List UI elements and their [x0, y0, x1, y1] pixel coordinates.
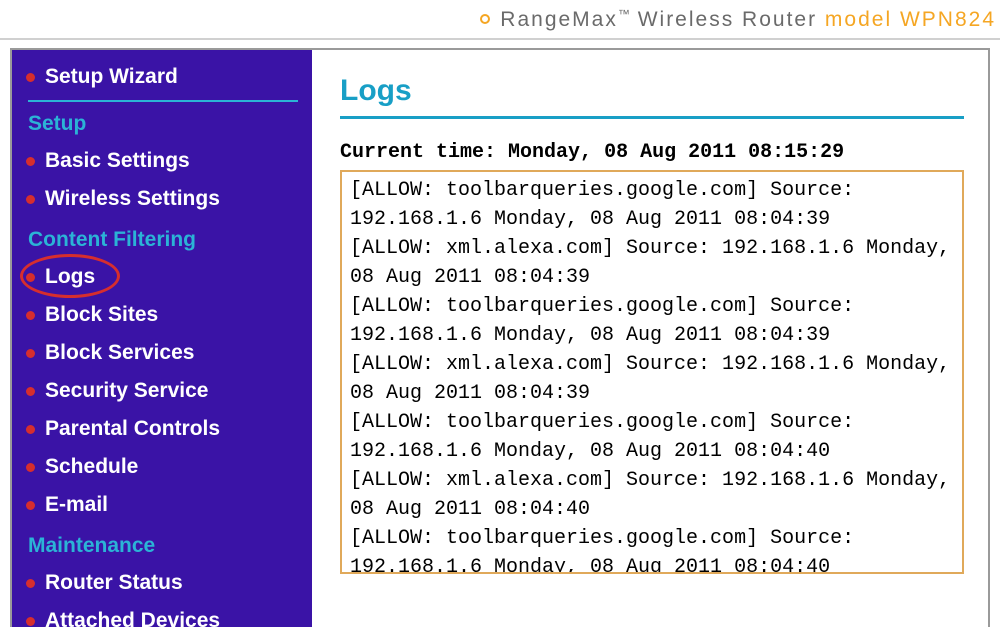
- sidebar-section-maintenance: Maintenance: [28, 534, 312, 558]
- content-frame: Setup Wizard Setup Basic Settings Wireless …: [10, 48, 990, 627]
- model-label: model WPN824: [825, 8, 996, 31]
- sidebar-item-parental-controls[interactable]: Parental Controls: [26, 410, 312, 448]
- current-time-value: Monday, 08 Aug 2011 08:15:29: [508, 141, 844, 164]
- sidebar-item-block-sites[interactable]: Block Sites: [26, 296, 312, 334]
- sidebar-item-block-services[interactable]: Block Services: [26, 334, 312, 372]
- bullet-icon: [26, 157, 35, 166]
- bullet-icon: [26, 463, 35, 472]
- sidebar-item-basic-settings[interactable]: Basic Settings: [26, 142, 312, 180]
- current-time-label: Current time:: [340, 141, 496, 164]
- sidebar: Setup Wizard Setup Basic Settings Wireless …: [12, 50, 312, 627]
- sidebar-item-wireless-settings[interactable]: Wireless Settings: [26, 180, 312, 218]
- sidebar-divider: [28, 100, 298, 102]
- sidebar-item-label: Attached Devices: [45, 609, 220, 627]
- log-box: [ALLOW: toolbarqueries.google.com] Sourc…: [340, 170, 964, 574]
- sidebar-item-label: Block Sites: [45, 303, 158, 327]
- sidebar-item-label: Wireless Settings: [45, 187, 220, 211]
- sidebar-item-schedule[interactable]: Schedule: [26, 448, 312, 486]
- log-entry: [ALLOW: toolbarqueries.google.com] Sourc…: [350, 176, 954, 234]
- sidebar-section-content-filtering: Content Filtering: [28, 228, 312, 252]
- main-panel: Logs Current time: Monday, 08 Aug 2011 0…: [312, 50, 988, 627]
- bullet-icon: [26, 311, 35, 320]
- sidebar-item-email[interactable]: E-mail: [26, 486, 312, 524]
- brand-name: RangeMax™ Wireless Router model WPN824: [500, 7, 996, 32]
- bullet-icon: [26, 73, 35, 82]
- log-entry: [ALLOW: toolbarqueries.google.com] Sourc…: [350, 292, 954, 350]
- log-entry: [ALLOW: xml.alexa.com] Source: 192.168.1…: [350, 350, 954, 408]
- sidebar-item-label: E-mail: [45, 493, 108, 517]
- title-rule: [340, 116, 964, 119]
- bullet-icon: [26, 425, 35, 434]
- log-entry: [ALLOW: xml.alexa.com] Source: 192.168.1…: [350, 234, 954, 292]
- page-title: Logs: [340, 74, 964, 108]
- sidebar-item-logs[interactable]: Logs: [26, 258, 312, 296]
- sidebar-item-label: Basic Settings: [45, 149, 190, 173]
- current-time: Current time: Monday, 08 Aug 2011 08:15:…: [340, 141, 964, 164]
- bullet-icon: [26, 195, 35, 204]
- sidebar-item-label: Security Service: [45, 379, 208, 403]
- bullet-icon: [26, 501, 35, 510]
- sidebar-item-label: Router Status: [45, 571, 183, 595]
- sidebar-item-label: Parental Controls: [45, 417, 220, 441]
- log-scroll[interactable]: [ALLOW: toolbarqueries.google.com] Sourc…: [342, 172, 962, 572]
- log-entry: [ALLOW: toolbarqueries.google.com] Sourc…: [350, 524, 954, 572]
- bullet-icon: [26, 273, 35, 282]
- sidebar-item-attached-devices[interactable]: Attached Devices: [26, 602, 312, 627]
- sidebar-scroll[interactable]: Setup Wizard Setup Basic Settings Wireless …: [12, 50, 312, 627]
- sidebar-item-router-status[interactable]: Router Status: [26, 564, 312, 602]
- bullet-icon: [26, 387, 35, 396]
- bullet-icon: [26, 617, 35, 626]
- sidebar-item-label: Logs: [45, 265, 95, 289]
- sidebar-item-security-service[interactable]: Security Service: [26, 372, 312, 410]
- log-entry: [ALLOW: xml.alexa.com] Source: 192.168.1…: [350, 466, 954, 524]
- bullet-icon: [26, 349, 35, 358]
- sidebar-section-setup: Setup: [28, 112, 312, 136]
- brand-dot-icon: [480, 14, 490, 24]
- log-entry: [ALLOW: toolbarqueries.google.com] Sourc…: [350, 408, 954, 466]
- sidebar-item-setup-wizard[interactable]: Setup Wizard: [26, 58, 312, 96]
- bullet-icon: [26, 579, 35, 588]
- sidebar-item-label: Schedule: [45, 455, 138, 479]
- sidebar-item-label: Setup Wizard: [45, 65, 178, 89]
- sidebar-item-label: Block Services: [45, 341, 194, 365]
- product-header: RangeMax™ Wireless Router model WPN824: [0, 0, 1000, 40]
